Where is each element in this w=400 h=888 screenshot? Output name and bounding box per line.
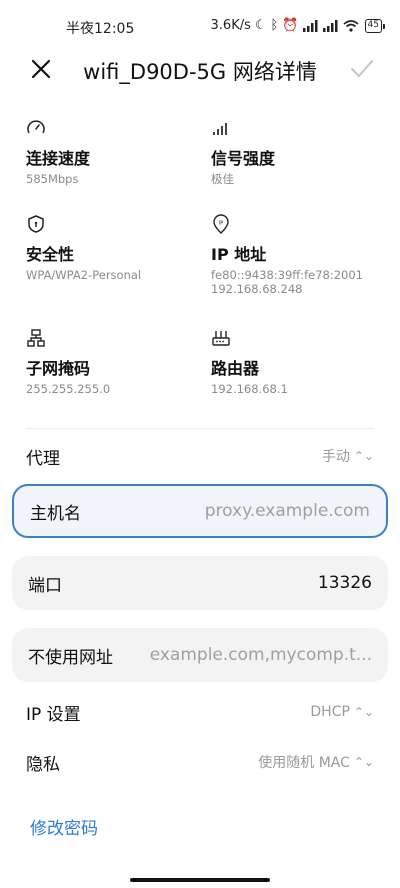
info-value: 255.255.255.0 [26, 382, 111, 396]
info-value: 极佳 [211, 172, 234, 186]
privacy-label: 隐私 [26, 754, 60, 775]
info-value: 585Mbps [26, 172, 79, 186]
wifi-icon [343, 19, 359, 32]
info-value: WPA/WPA2-Personal [26, 268, 142, 282]
signal-bars-icon [213, 123, 227, 135]
bypass-input[interactable] [125, 645, 372, 665]
info-label: IP 地址 [211, 245, 267, 264]
info-subnet-mask: 子网掩码 255.255.255.0 [26, 328, 201, 396]
hostname-field[interactable]: 主机名 [12, 484, 388, 538]
info-value: 192.168.68.1 [211, 382, 288, 396]
hostname-input[interactable] [93, 501, 370, 521]
alarm-icon: ⏰ [282, 18, 299, 33]
home-indicator[interactable] [130, 878, 270, 882]
info-label: 子网掩码 [26, 359, 91, 378]
privacy-value: 使用随机 MAC [258, 755, 350, 771]
ip-pin-icon: IP [213, 214, 229, 234]
proxy-select[interactable]: 手动 ⌃⌄ [322, 446, 374, 466]
cell-signal-icon [302, 19, 318, 32]
proxy-value: 手动 [321, 449, 350, 465]
ip-settings-select[interactable]: DHCP ⌃⌄ [310, 704, 374, 720]
proxy-label: 代理 [26, 448, 60, 469]
speedometer-icon [27, 120, 45, 134]
port-field[interactable]: 端口 [12, 556, 388, 610]
network-speed: 3.6K/s [210, 18, 251, 33]
change-password-link[interactable]: 修改密码 [30, 814, 98, 839]
moon-icon: ☾ [254, 18, 267, 33]
chevron-updown-icon: ⌃⌄ [353, 755, 374, 769]
bypass-field[interactable]: 不使用网址 [12, 628, 388, 682]
chevron-updown-icon: ⌃⌄ [353, 449, 374, 463]
status-icons: 3.6K/s ☾ ᛒ ⏰ 45 [210, 18, 386, 33]
shield-icon [28, 215, 44, 233]
ip-settings-value: DHCP [310, 704, 350, 720]
info-value: fe80::9438:39ff:fe78:2001 192.168.68.248 [211, 268, 363, 296]
port-input[interactable] [74, 573, 372, 593]
info-router: 路由器 192.168.68.1 [211, 328, 386, 396]
ip-settings-label: IP 设置 [26, 704, 81, 725]
router-icon [212, 331, 230, 346]
info-security: 安全性 WPA/WPA2-Personal [26, 214, 201, 282]
svg-text:IP: IP [219, 221, 224, 227]
info-signal-strength: 信号强度 极佳 [211, 118, 386, 186]
battery-icon: 45 [364, 18, 386, 33]
port-label: 端口 [28, 575, 62, 596]
privacy-select[interactable]: 使用随机 MAC ⌃⌄ [258, 752, 374, 772]
info-label: 连接速度 [26, 149, 91, 168]
privacy-row[interactable]: 隐私 使用随机 MAC ⌃⌄ [26, 748, 374, 776]
chevron-updown-icon: ⌃⌄ [353, 705, 374, 719]
network-icon [27, 329, 45, 347]
status-bar: 半夜12:05 3.6K/s ☾ ᛒ ⏰ 45 [0, 0, 400, 56]
page-title: wifi_D90D-5G 网络详情 [83, 60, 317, 84]
status-time: 半夜12:05 [66, 21, 135, 37]
info-ip-address: IP IP 地址 fe80::9438:39ff:fe78:2001 192.1… [211, 214, 386, 296]
info-connection-speed: 连接速度 585Mbps [26, 118, 201, 186]
bluetooth-icon: ᛒ [270, 18, 279, 33]
divider [26, 428, 374, 429]
check-icon[interactable] [348, 56, 376, 82]
hostname-label: 主机名 [30, 503, 81, 524]
info-label: 信号强度 [211, 149, 276, 168]
info-label: 路由器 [211, 359, 260, 378]
proxy-row[interactable]: 代理 手动 ⌃⌄ [26, 442, 374, 470]
cell-signal-2-icon [322, 19, 338, 32]
bypass-label: 不使用网址 [28, 647, 113, 668]
title-bar: wifi_D90D-5G 网络详情 [0, 52, 400, 88]
info-label: 安全性 [26, 245, 75, 264]
ip-settings-row[interactable]: IP 设置 DHCP ⌃⌄ [26, 698, 374, 726]
